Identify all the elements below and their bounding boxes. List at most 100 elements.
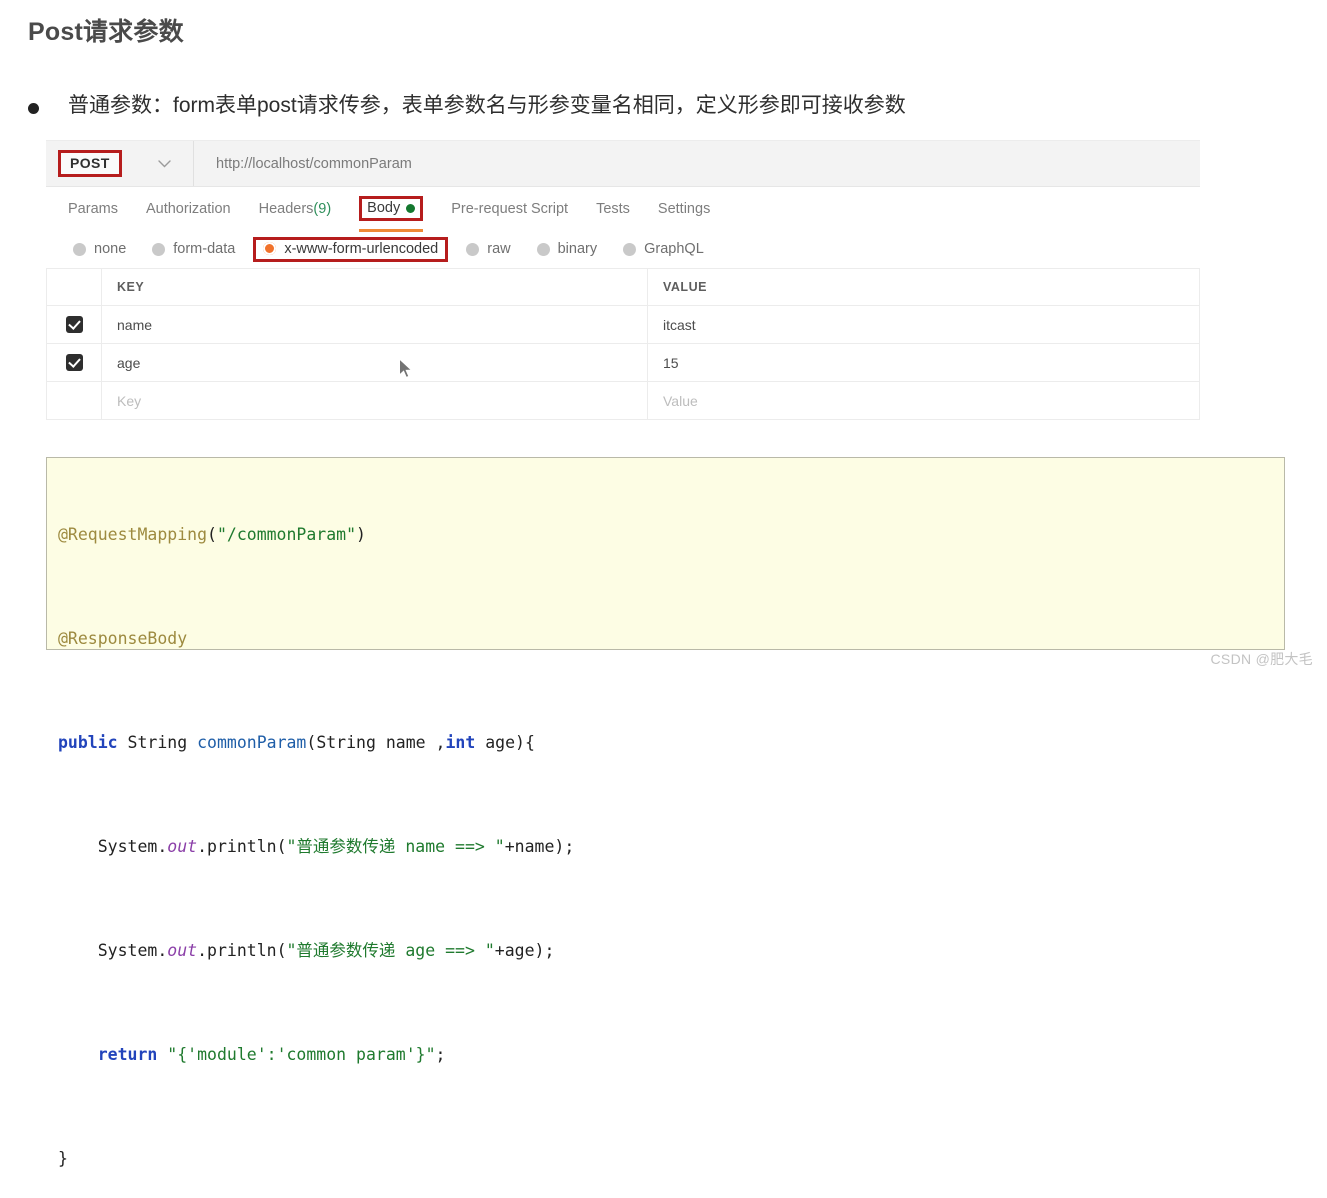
- tab-tests-label: Tests: [596, 200, 630, 217]
- checkbox-checked-icon[interactable]: [65, 354, 83, 371]
- radio-icon: [152, 242, 166, 256]
- tab-pre-request-script[interactable]: Pre-request Script: [437, 187, 582, 230]
- code-line: public String commonParam(String name ,i…: [58, 730, 1284, 756]
- http-method-label[interactable]: POST: [58, 150, 122, 177]
- body-type-x-www-form-urlencoded[interactable]: x-www-form-urlencoded: [253, 236, 449, 262]
- body-type-form-data[interactable]: form-data: [139, 241, 248, 257]
- code-token: @ResponseBody: [58, 629, 188, 648]
- table-row-empty[interactable]: Key Value: [47, 382, 1200, 420]
- table-row[interactable]: age 15: [47, 344, 1200, 382]
- code-token: commonParam: [197, 733, 307, 752]
- row-checkbox-cell[interactable]: [47, 344, 102, 381]
- table-header-row: KEY VALUE: [47, 269, 1200, 306]
- radio-icon: [73, 242, 86, 256]
- tab-body[interactable]: Body: [345, 187, 437, 232]
- tab-headers-count: (9): [313, 200, 332, 217]
- body-type-raw[interactable]: raw: [453, 241, 523, 257]
- code-line: }: [58, 1146, 1284, 1172]
- body-type-form-data-label: form-data: [173, 241, 236, 257]
- radio-icon: [623, 242, 637, 256]
- tab-headers-label: Headers: [258, 200, 314, 217]
- radio-icon: [466, 242, 480, 256]
- tab-authorization-label: Authorization: [145, 200, 231, 217]
- radio-selected-icon: [263, 242, 277, 255]
- tab-active-underline: [359, 229, 424, 232]
- code-line: return "{'module':'common param'}";: [58, 1042, 1284, 1068]
- row-checkbox-cell[interactable]: [47, 382, 102, 419]
- code-token: int: [445, 733, 476, 752]
- request-tabs: Params Authorization Headers (9) Body Pr…: [46, 187, 1200, 232]
- code-token: .println(: [197, 941, 287, 960]
- body-type-binary-label: binary: [557, 241, 598, 257]
- chevron-down-icon[interactable]: [158, 157, 171, 170]
- body-type-graphql[interactable]: GraphQL: [610, 241, 717, 257]
- body-type-binary[interactable]: binary: [524, 241, 611, 257]
- code-token: return: [97, 1045, 158, 1064]
- code-token: @RequestMapping: [58, 525, 208, 544]
- bullet-item-text: 普通参数：form表单post请求传参，表单参数名与形参变量名相同，定义形参即可…: [68, 94, 906, 117]
- tab-authorization[interactable]: Authorization: [132, 187, 245, 230]
- code-token: System.: [58, 837, 168, 856]
- table-header-key: KEY: [102, 269, 648, 305]
- code-token: out: [167, 941, 198, 960]
- java-code-block: @RequestMapping("/commonParam") @Respons…: [46, 457, 1285, 1168]
- code-line: System.out.println("普通参数传递 age ==> "+age…: [58, 938, 1284, 964]
- code-token: (: [306, 733, 317, 752]
- code-token: +age);: [494, 941, 555, 960]
- body-type-raw-label: raw: [487, 241, 511, 257]
- code-token: +name);: [504, 837, 575, 856]
- csdn-watermark: CSDN @肥大毛: [1210, 651, 1313, 667]
- request-url-input[interactable]: http://localhost/commonParam: [194, 156, 412, 172]
- code-token: (: [207, 525, 217, 544]
- mouse-cursor-icon: [398, 357, 414, 380]
- code-line: System.out.println("普通参数传递 name ==> "+na…: [58, 834, 1284, 860]
- body-type-graphql-label: GraphQL: [644, 241, 704, 257]
- code-line: @RequestMapping("/commonParam"): [58, 522, 1284, 548]
- tab-headers[interactable]: Headers (9): [245, 187, 346, 230]
- row-value-input-placeholder[interactable]: Value: [648, 382, 1200, 419]
- code-line: @ResponseBody: [58, 626, 1284, 652]
- body-type-x-www-form-urlencoded-label: x-www-form-urlencoded: [284, 240, 439, 257]
- tab-params-label: Params: [68, 200, 118, 217]
- body-type-none-label: none: [94, 241, 127, 257]
- page-root: { "page": { "title": "Post请求参数", "bullet…: [0, 0, 1327, 1168]
- tab-body-label: Body: [367, 199, 401, 216]
- body-type-radio-group: none form-data x-www-form-urlencoded raw…: [46, 230, 1200, 268]
- request-url-bar: POST http://localhost/commonParam: [46, 141, 1200, 187]
- tab-tests[interactable]: Tests: [582, 187, 644, 230]
- tab-body-highlight-box: Body: [359, 195, 424, 222]
- body-has-content-dot-icon: [406, 203, 416, 213]
- code-token: age){: [475, 733, 535, 752]
- tab-params[interactable]: Params: [54, 187, 132, 230]
- radio-icon: [536, 242, 550, 256]
- code-token: "/commonParam": [216, 525, 357, 544]
- row-checkbox-cell[interactable]: [47, 306, 102, 343]
- bullet-dot-icon: [28, 103, 39, 114]
- tab-pre-request-script-label: Pre-request Script: [451, 200, 569, 217]
- tab-settings-label: Settings: [657, 200, 711, 217]
- table-row[interactable]: name itcast: [47, 306, 1200, 344]
- page-title: Post请求参数: [28, 18, 184, 46]
- row-value-input[interactable]: itcast: [648, 306, 1200, 343]
- row-value-input[interactable]: 15: [648, 344, 1200, 381]
- code-token: "{'module':'common param'}": [167, 1045, 436, 1064]
- postman-request-panel: POST http://localhost/commonParam Params…: [46, 140, 1200, 420]
- http-method-selector[interactable]: POST: [46, 141, 194, 186]
- row-key-input-placeholder[interactable]: Key: [102, 382, 648, 419]
- checkbox-checked-icon[interactable]: [65, 316, 83, 333]
- body-type-none[interactable]: none: [60, 241, 139, 257]
- code-token: "普通参数传递 age ==> ": [286, 941, 495, 960]
- code-token: out: [167, 837, 198, 856]
- code-token: "普通参数传递 name ==> ": [286, 837, 505, 856]
- tab-settings[interactable]: Settings: [644, 187, 724, 230]
- code-token: ): [356, 525, 366, 544]
- code-token: name ,: [375, 733, 446, 752]
- code-token: }: [58, 1149, 68, 1168]
- row-key-input[interactable]: age: [102, 344, 648, 381]
- row-key-input[interactable]: name: [102, 306, 648, 343]
- code-token: ;: [435, 1045, 446, 1064]
